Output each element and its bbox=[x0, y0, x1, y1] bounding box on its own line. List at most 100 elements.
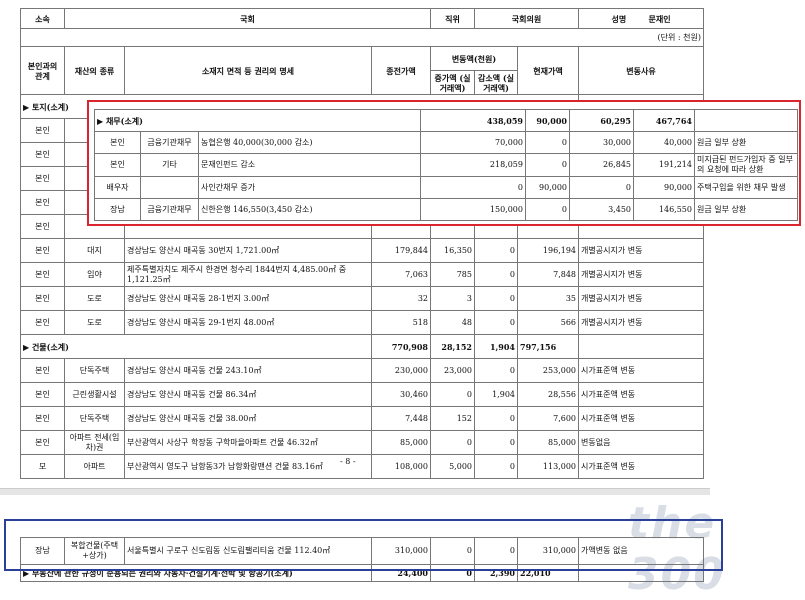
building-row-desc: 경상남도 양산시 매곡동 건물 243.10㎡ bbox=[124, 358, 372, 383]
debt-row-curr: 90,000 bbox=[633, 176, 695, 199]
building-curr: 797,156 bbox=[516, 334, 580, 359]
debt-row: 본인 기타 문재인펀드 감소 218,059 0 26,845 191,214 미지급된 펀드… bbox=[94, 153, 798, 177]
debt-row-type bbox=[140, 176, 199, 199]
land-row-dec: 0 bbox=[474, 238, 518, 263]
land-row-dec: 0 bbox=[474, 262, 518, 287]
land-row-dec: 0 bbox=[474, 286, 518, 311]
land-row-reason: 개별공시지가 변동 bbox=[578, 262, 705, 287]
col-inc: 증가액 (실거래액) bbox=[430, 70, 475, 95]
land-row-rel: 본인 bbox=[20, 142, 65, 167]
debt-row-desc: 농협은행 40,000(30,000 감소) bbox=[198, 131, 421, 154]
building-row-dec: 0 bbox=[474, 430, 518, 455]
debt-row-reason: 원금 일부 상환 bbox=[694, 198, 798, 221]
debt-row-reason: 원금 일부 상환 bbox=[694, 131, 798, 154]
building-row-rel: 본인 bbox=[20, 406, 65, 431]
land-row-rel: 본인 bbox=[20, 262, 65, 287]
land-row-inc: 48 bbox=[430, 310, 475, 335]
debt-row-rel: 본인 bbox=[94, 131, 141, 154]
col-desc: 소재지 면적 등 권리의 명세 bbox=[124, 46, 372, 95]
land-row-desc: 경상남도 양산시 매곡동 28-1번지 3.00㎡ bbox=[124, 286, 372, 311]
building-row-reason: 변동없음 bbox=[578, 430, 705, 455]
land-row: 본인 대지 경상남도 양산시 매곡동 30번지 1,721.00㎡ 179,844 16… bbox=[20, 238, 705, 263]
land-row-prev: 518 bbox=[371, 310, 431, 335]
land-row-inc: 16,350 bbox=[430, 238, 475, 263]
land-row-inc: 3 bbox=[430, 286, 475, 311]
building-row: 본인 단독주택 경상남도 양산시 매곡동 건물 243.10㎡ 230,000 23,0… bbox=[20, 358, 705, 383]
debt-table: ▶ 채무(소계) 438,059 90,000 60,295 467,764 본… bbox=[94, 109, 798, 221]
debt-row: 장남 금융기관채무 신한은행 146,550(3,450 감소) 150,000 0 3,… bbox=[94, 198, 798, 221]
land-row: 본인 도로 경상남도 양산시 매곡동 28-1번지 3.00㎡ 32 3 0 35 개별공시지… bbox=[20, 286, 705, 311]
debt-row-prev: 70,000 bbox=[420, 131, 526, 154]
land-row-curr: 566 bbox=[516, 310, 580, 335]
col-curr: 현재가액 bbox=[516, 46, 580, 95]
land-row-curr: 196,194 bbox=[516, 238, 580, 263]
unit-note: (단위 : 천원) bbox=[19, 28, 705, 47]
debt-row-curr: 40,000 bbox=[633, 131, 695, 154]
building-row-inc: 23,000 bbox=[430, 358, 475, 383]
land-row-rel: 본인 bbox=[20, 118, 65, 143]
land-row-curr: 35 bbox=[516, 286, 580, 311]
building-row-desc: 경상남도 양산시 매곡동 건물 86.34㎡ bbox=[124, 382, 372, 407]
debt-rows: 본인 금융기관채무 농협은행 40,000(30,000 감소) 70,000 0 30,… bbox=[94, 131, 798, 221]
land-row-rel: 본인 bbox=[20, 190, 65, 215]
building-row-type: 근린생활시설 bbox=[64, 382, 125, 407]
building-row-dec: 0 bbox=[474, 406, 518, 431]
land-row-desc: 경상남도 양산시 매곡동 29-1번지 48.00㎡ bbox=[124, 310, 372, 335]
debt-row-curr: 146,550 bbox=[633, 198, 695, 221]
debt-highlight-box: ▶ 채무(소계) 438,059 90,000 60,295 467,764 본… bbox=[87, 100, 801, 226]
land-row-reason: 개별공시지가 변동 bbox=[578, 286, 705, 311]
col-reason: 변동사유 bbox=[578, 46, 705, 95]
col-change: 변동액(천원) bbox=[430, 46, 518, 71]
asset-table: 소속 국회 직위 국회의원 성명 문재인 (단위 : 천원) 본인과의 관계 재… bbox=[19, 8, 705, 479]
name-label: 성명 bbox=[611, 13, 627, 24]
building-row-prev: 30,460 bbox=[371, 382, 431, 407]
affiliation-value: 국회 bbox=[64, 8, 431, 29]
debt-row-dec: 0 bbox=[569, 176, 634, 199]
land-row-rel: 본인 bbox=[20, 166, 65, 191]
land-row-rel: 본인 bbox=[20, 214, 65, 239]
building-row-rel: 본인 bbox=[20, 358, 65, 383]
land-row-desc: 제주특별자치도 제주시 한경면 청수리 1844번지 4,485.00㎡ 중 1… bbox=[124, 262, 372, 287]
building-row-type: 단독주택 bbox=[64, 358, 125, 383]
building-row-desc: 부산광역시 사상구 학장동 구학마을아파트 건물 46.32㎡ bbox=[124, 430, 372, 455]
land-row-reason: 개별공시지가 변동 bbox=[578, 238, 705, 263]
land-row-prev: 32 bbox=[371, 286, 431, 311]
building-row-reason: 시가표준액 변동 bbox=[578, 406, 705, 431]
name-value: 문재인 bbox=[648, 13, 671, 24]
debt-dec: 60,295 bbox=[569, 109, 634, 132]
name-cell: 성명 문재인 bbox=[578, 8, 705, 29]
building-row-type: 아파트 전세(임차)권 bbox=[64, 430, 125, 455]
debt-row-rel: 배우자 bbox=[94, 176, 141, 199]
debt-reason bbox=[694, 109, 798, 132]
debt-prev: 438,059 bbox=[420, 109, 526, 132]
debt-row-inc: 0 bbox=[525, 198, 570, 221]
building-row-inc: 0 bbox=[430, 430, 475, 455]
debt-row-dec: 30,000 bbox=[569, 131, 634, 154]
building-row-curr: 85,000 bbox=[516, 430, 580, 455]
building-row-rel: 본인 bbox=[20, 382, 65, 407]
debt-curr: 467,764 bbox=[633, 109, 695, 132]
building-row-prev: 7,448 bbox=[371, 406, 431, 431]
land-row-desc: 경상남도 양산시 매곡동 30번지 1,721.00㎡ bbox=[124, 238, 372, 263]
bottom-highlight-box bbox=[4, 519, 723, 571]
land-row-type: 대지 bbox=[64, 238, 125, 263]
building-row: 본인 아파트 전세(임차)권 부산광역시 사상구 학장동 구학마을아파트 건물 46… bbox=[20, 430, 705, 455]
debt-row-reason: 미지급된 펀드가입자 중 일부의 요청에 따라 상환 bbox=[694, 153, 798, 177]
land-row-reason: 개별공시지가 변동 bbox=[578, 310, 705, 335]
debt-inc: 90,000 bbox=[525, 109, 570, 132]
land-row-rel: 본인 bbox=[20, 238, 65, 263]
debt-row: 본인 금융기관채무 농협은행 40,000(30,000 감소) 70,000 0 30,… bbox=[94, 131, 798, 154]
debt-section-label: ▶ 채무(소계) bbox=[94, 109, 421, 132]
affiliation-label: 소속 bbox=[20, 8, 65, 29]
page-separator bbox=[0, 488, 710, 495]
building-section-label: ▶ 건물(소계) bbox=[20, 334, 372, 359]
building-row-reason: 시가표준액 변동 bbox=[578, 382, 705, 407]
land-row-dec: 0 bbox=[474, 310, 518, 335]
building-row: 본인 근린생활시설 경상남도 양산시 매곡동 건물 86.34㎡ 30,460 0 1,9… bbox=[20, 382, 705, 407]
debt-row-curr: 191,214 bbox=[633, 153, 695, 177]
building-row-curr: 113,000 bbox=[516, 454, 580, 479]
building-row-reason: 시가표준액 변동 bbox=[578, 358, 705, 383]
building-row-prev: 230,000 bbox=[371, 358, 431, 383]
debt-row-prev: 0 bbox=[420, 176, 526, 199]
col-prev: 종전가액 bbox=[371, 46, 431, 95]
